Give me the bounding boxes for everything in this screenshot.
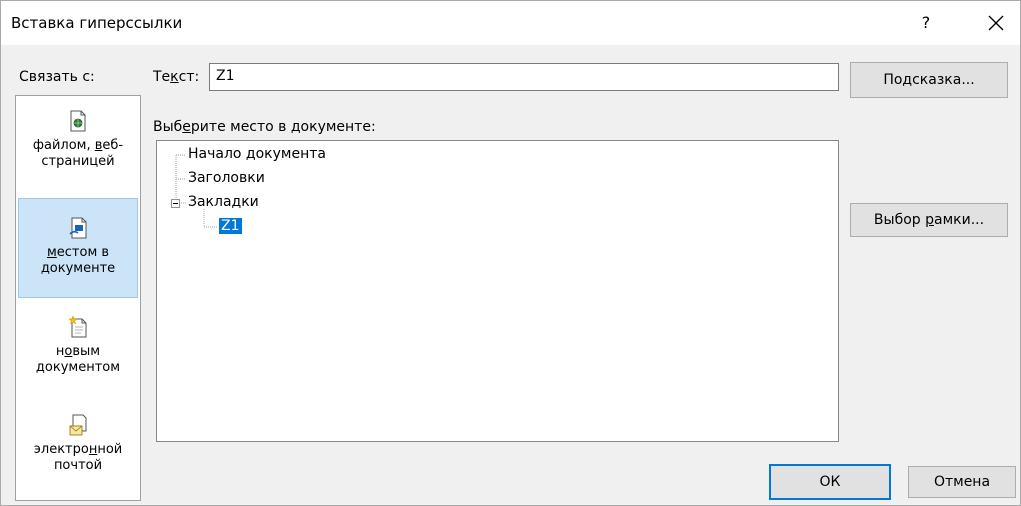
- link-to-panel: файлом, веб-страницей местом в документе…: [15, 95, 141, 501]
- dialog-title: Вставка гиперссылки: [11, 14, 183, 32]
- title-bar: Вставка гиперссылки ?: [1, 1, 1020, 45]
- link-to-email[interactable]: электронной почтой: [18, 414, 138, 494]
- new-document-icon: [68, 316, 87, 338]
- tree-node-bookmark-z1[interactable]: Z1: [219, 218, 242, 234]
- link-to-web-page[interactable]: файлом, веб-страницей: [18, 110, 138, 190]
- close-icon: [988, 15, 1004, 31]
- link-to-label: Связать с:: [19, 69, 95, 85]
- hyperlink-dialog: Вставка гиперссылки ? Связать с: файлом,…: [0, 0, 1021, 506]
- email-address-icon: [69, 414, 87, 436]
- help-button[interactable]: ?: [912, 9, 940, 37]
- screentip-button[interactable]: Подсказка...: [850, 62, 1008, 98]
- ok-button[interactable]: ОК: [769, 464, 891, 500]
- cancel-button[interactable]: Отмена: [908, 466, 1016, 498]
- bookmarks-collapse-toggle[interactable]: [171, 199, 180, 208]
- target-frame-button[interactable]: Выбор рамки...: [850, 203, 1008, 237]
- link-to-place-in-document[interactable]: местом в документе: [18, 198, 138, 298]
- text-label: Текст:: [153, 69, 200, 85]
- tree-node-bookmarks[interactable]: Закладки: [188, 194, 259, 210]
- text-to-display-input[interactable]: Z1: [209, 63, 839, 91]
- tree-node-headings[interactable]: Заголовки: [188, 170, 265, 186]
- web-page-file-icon: [70, 110, 86, 132]
- tree-node-document-start[interactable]: Начало документа: [188, 146, 326, 162]
- place-in-document-label: Выберите место в документе:: [153, 119, 376, 135]
- place-in-document-icon: [69, 217, 87, 239]
- close-button[interactable]: [982, 9, 1010, 37]
- link-to-new-document[interactable]: новым документом: [18, 316, 138, 396]
- document-place-tree[interactable]: Начало документа Заголовки Закладки Z1: [156, 140, 839, 442]
- selected-bookmark: Z1: [219, 218, 242, 234]
